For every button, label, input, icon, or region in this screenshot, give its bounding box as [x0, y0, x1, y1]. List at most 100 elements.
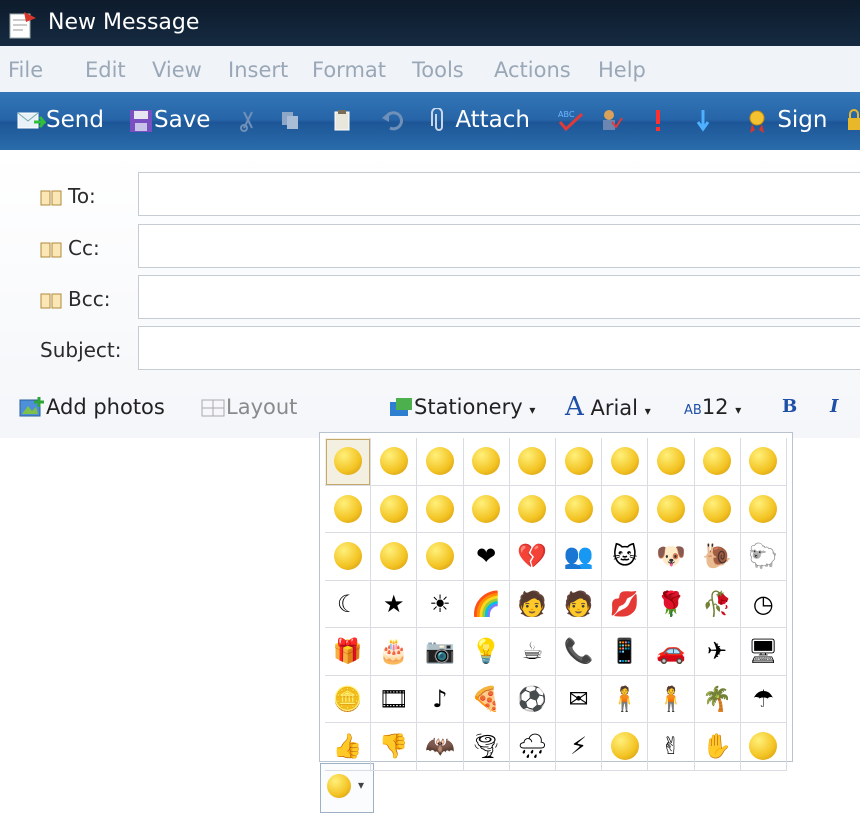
grimace-icon[interactable]	[463, 485, 510, 533]
rain-icon[interactable]: 🌧	[509, 723, 556, 771]
encrypt-icon[interactable]	[848, 108, 860, 132]
zipped-icon[interactable]	[740, 485, 787, 533]
low-priority-icon[interactable]	[696, 108, 710, 132]
girl-icon[interactable]: 🧍	[648, 675, 695, 723]
hug-right-icon[interactable]: 🧑	[555, 580, 603, 628]
menu-edit[interactable]: Edit	[85, 58, 126, 82]
undo-icon[interactable]	[380, 108, 404, 132]
cut-icon[interactable]	[236, 108, 260, 132]
blush-icon[interactable]	[740, 723, 787, 771]
thumbs-down-icon[interactable]: 👎	[371, 723, 418, 771]
bcc-field[interactable]	[138, 275, 860, 319]
sheep-icon[interactable]: 🐑	[740, 533, 787, 581]
bat-icon[interactable]: 🦇	[417, 723, 464, 771]
thinking-icon[interactable]	[417, 533, 464, 581]
island-icon[interactable]: 🌴	[694, 675, 741, 723]
dont-know-icon[interactable]	[325, 533, 372, 581]
camera-icon[interactable]: 📷	[417, 628, 464, 676]
car-icon[interactable]: 🚗	[648, 628, 695, 676]
hug-left-icon[interactable]: 🧑	[509, 580, 556, 628]
bold-button[interactable]: B	[782, 393, 797, 421]
sleepy-icon[interactable]	[602, 723, 649, 771]
emoticon-dropdown-button[interactable]: ▾	[320, 763, 374, 813]
save-button[interactable]: Save	[128, 105, 210, 135]
rainbow-icon[interactable]: 🌈	[463, 580, 510, 628]
stationery-dropdown[interactable]: Stationery ▾	[388, 393, 535, 421]
nerd-teeth-icon[interactable]	[417, 485, 464, 533]
wilted-rose-icon[interactable]: 🥀	[694, 580, 741, 628]
film-icon[interactable]: 🎞	[371, 675, 418, 723]
umbrella-icon[interactable]: ☂	[740, 675, 787, 723]
gift-icon[interactable]: 🎁	[325, 628, 372, 676]
people-icon[interactable]: 👥	[555, 533, 603, 581]
font-dropdown[interactable]: A Arial ▾	[565, 393, 651, 421]
grin-icon[interactable]	[371, 438, 418, 486]
rose-icon[interactable]: 🌹	[648, 580, 695, 628]
subject-field[interactable]	[138, 326, 860, 370]
spell-check-icon[interactable]: ABC	[556, 108, 586, 132]
to-field[interactable]	[138, 172, 860, 216]
tongue-icon[interactable]	[509, 438, 556, 486]
star-icon[interactable]: ★	[371, 580, 418, 628]
font-size-dropdown[interactable]: AB12 ▾	[684, 393, 741, 421]
lips-icon[interactable]: 💋	[602, 580, 649, 628]
soccer-ball-icon[interactable]: ⚽	[509, 675, 556, 723]
menu-format[interactable]: Format	[312, 58, 386, 82]
high-priority-icon[interactable]	[652, 108, 664, 132]
menu-actions[interactable]: Actions	[494, 58, 571, 82]
boy-icon[interactable]: 🧍	[602, 675, 649, 723]
embarrassed-icon[interactable]	[648, 438, 695, 486]
confused-icon[interactable]	[694, 438, 741, 486]
mail-icon[interactable]: ✉	[555, 675, 603, 723]
lightning-icon[interactable]: ⚡	[555, 723, 603, 771]
cake-icon[interactable]: 🎂	[371, 628, 418, 676]
to-label[interactable]: To:	[40, 184, 96, 208]
music-icon[interactable]: ♪	[417, 675, 464, 723]
phone-icon[interactable]: 📞	[555, 628, 603, 676]
sad-icon[interactable]	[740, 438, 787, 486]
bcc-label[interactable]: Bcc:	[40, 287, 110, 311]
italic-button[interactable]: I	[830, 393, 838, 421]
copy-icon[interactable]	[278, 108, 302, 132]
disappointed-icon[interactable]	[694, 485, 741, 533]
money-icon[interactable]: 🪙	[325, 675, 372, 723]
party-icon[interactable]	[602, 485, 649, 533]
moon-icon[interactable]: ☾	[325, 580, 372, 628]
lightbulb-icon[interactable]: 💡	[463, 628, 510, 676]
storm-icon[interactable]: 🌪	[463, 723, 510, 771]
menu-help[interactable]: Help	[598, 58, 646, 82]
cool-icon[interactable]	[555, 438, 603, 486]
send-button[interactable]: Send	[16, 105, 104, 135]
clock-icon[interactable]: ◷	[740, 580, 787, 628]
dog-icon[interactable]: 🐶	[648, 533, 695, 581]
glasses-icon[interactable]	[509, 485, 556, 533]
sun-icon[interactable]: ☀	[417, 580, 464, 628]
sick-icon[interactable]	[555, 485, 603, 533]
computer-icon[interactable]: 🖥	[740, 628, 787, 676]
heart-icon[interactable]: ❤	[463, 533, 510, 581]
cc-field[interactable]	[138, 224, 860, 268]
surprised-icon[interactable]	[417, 438, 464, 486]
crying-icon[interactable]	[325, 485, 372, 533]
coffee-icon[interactable]: ☕	[509, 628, 556, 676]
fingers-crossed-icon[interactable]: ✌	[648, 723, 695, 771]
sarcastic-icon[interactable]	[648, 485, 695, 533]
sign-button[interactable]: Sign	[744, 105, 827, 135]
menu-insert[interactable]: Insert	[228, 58, 288, 82]
shocked-icon[interactable]	[463, 438, 510, 486]
smile-icon[interactable]	[325, 438, 372, 486]
layout-button[interactable]: Layout	[200, 393, 297, 421]
menu-tools[interactable]: Tools	[412, 58, 464, 82]
pizza-icon[interactable]: 🍕	[463, 675, 510, 723]
thumbs-up-icon[interactable]: 👍	[325, 723, 372, 771]
angry-icon[interactable]	[602, 438, 649, 486]
wide-eyed-icon[interactable]	[371, 485, 418, 533]
check-names-icon[interactable]	[600, 108, 624, 132]
menu-file[interactable]: File	[8, 58, 43, 82]
mobile-icon[interactable]: 📱	[602, 628, 649, 676]
add-photos-button[interactable]: Add photos	[18, 393, 165, 421]
menu-view[interactable]: View	[152, 58, 202, 82]
airplane-icon[interactable]: ✈	[694, 628, 741, 676]
attach-button[interactable]: Attach	[430, 105, 530, 135]
cat-icon[interactable]: 🐱	[602, 533, 649, 581]
